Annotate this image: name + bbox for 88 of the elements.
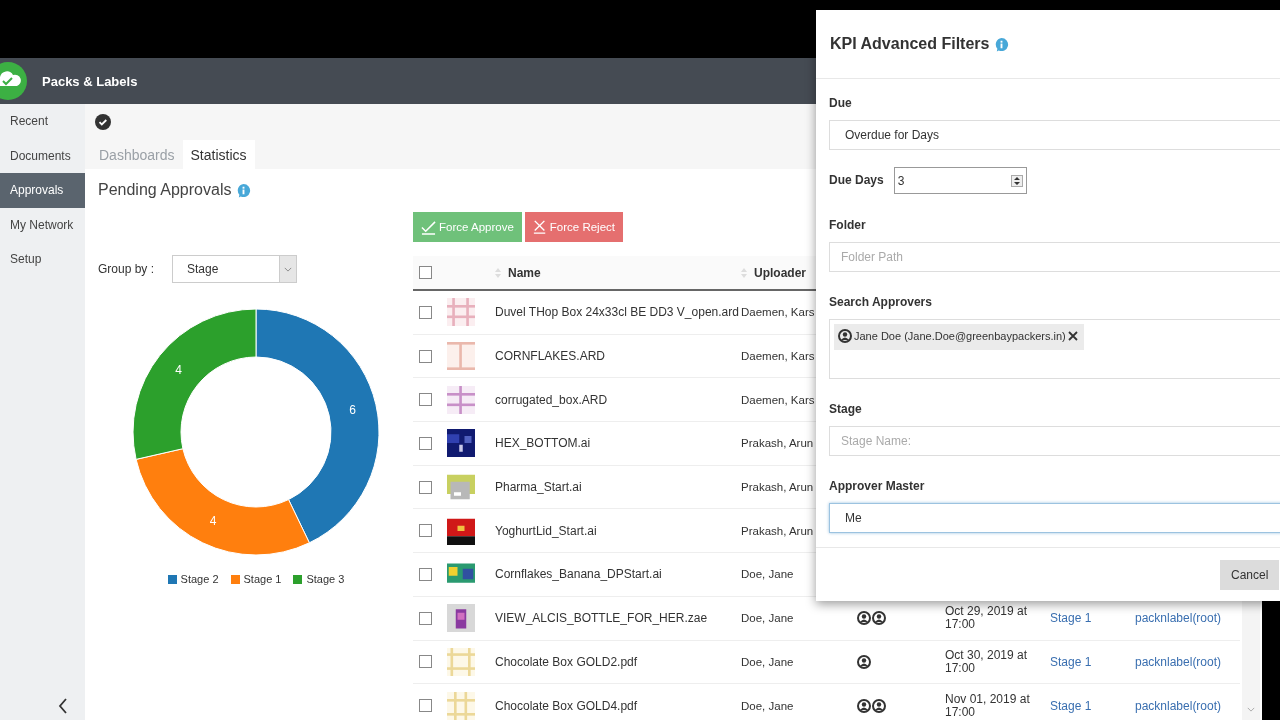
close-icon[interactable] bbox=[1067, 331, 1078, 342]
user-icon bbox=[857, 611, 871, 626]
info-icon[interactable] bbox=[236, 182, 252, 198]
column-header[interactable]: Uploader bbox=[754, 265, 806, 280]
legend-label: Stage 1 bbox=[243, 573, 282, 585]
chevron-left-icon[interactable] bbox=[58, 698, 68, 714]
data-label: 6 bbox=[349, 402, 356, 417]
dialog-title: KPI Advanced Filters bbox=[830, 35, 990, 54]
checkbox[interactable] bbox=[419, 305, 432, 319]
select-field[interactable]: Overdue for Days bbox=[829, 120, 1280, 151]
field-label: Search Approvers bbox=[829, 294, 933, 312]
select-field[interactable]: Me bbox=[829, 503, 1280, 534]
field-label: Approver Master bbox=[829, 478, 926, 496]
table-cell-text: Doe, Jane bbox=[741, 568, 795, 581]
group-by-select[interactable]: Stage bbox=[172, 255, 298, 283]
checkbox[interactable] bbox=[419, 567, 432, 581]
tab[interactable]: Statistics bbox=[182, 140, 255, 169]
sidebar-item[interactable]: My Network bbox=[0, 207, 85, 242]
sidebar-item[interactable]: Documents bbox=[0, 138, 85, 173]
legend-label: Stage 2 bbox=[180, 573, 219, 585]
spinner-icon[interactable] bbox=[1010, 174, 1023, 187]
table-cell-text: Doe, Jane bbox=[741, 612, 795, 625]
table-cell-text: Oct 30, 2019 at 17:00 bbox=[945, 648, 1029, 675]
table-cell-text: HEX_BOTTOM.ai bbox=[495, 436, 592, 451]
input-field[interactable]: Stage Name: bbox=[829, 426, 1280, 457]
table-cell-text: Oct 29, 2019 at 17:00 bbox=[945, 605, 1029, 632]
user-icon bbox=[857, 654, 871, 669]
owner-link[interactable]: packnlabel(root) bbox=[1135, 611, 1240, 626]
legend-label: Stage 3 bbox=[306, 573, 345, 585]
data-label: 4 bbox=[209, 514, 217, 529]
table-cell-text: Chocolate Box GOLD2.pdf bbox=[495, 654, 639, 669]
table-cell-text: Prakash, Arun bbox=[741, 524, 815, 537]
chip-label: Jane Doe (Jane.Doe@greenbaypackers.in) bbox=[854, 330, 1066, 343]
table-cell-text: Cornflakes_Banana_DPStart.ai bbox=[495, 567, 663, 582]
cloud-logo-icon bbox=[0, 61, 28, 101]
checkbox[interactable] bbox=[419, 611, 432, 625]
user-icon bbox=[857, 698, 871, 713]
checkbox[interactable] bbox=[419, 480, 432, 494]
check-icon bbox=[421, 219, 436, 235]
checkbox[interactable] bbox=[419, 699, 432, 713]
stage-link[interactable]: Stage 1 bbox=[1050, 611, 1135, 626]
app-title: Packs & Labels bbox=[42, 73, 138, 89]
table-cell-text: Daemen, Kars bbox=[741, 393, 816, 406]
input-field[interactable]: Folder Path bbox=[829, 242, 1280, 273]
checkbox[interactable] bbox=[419, 266, 432, 279]
table-cell-text: Pharma_Start.ai bbox=[495, 480, 583, 495]
checkbox[interactable] bbox=[419, 436, 432, 450]
approver-field[interactable]: Jane Doe (Jane.Doe@greenbaypackers.in) bbox=[829, 319, 1280, 380]
sidebar-item[interactable]: Approvals bbox=[0, 173, 85, 208]
table-cell-text: Daemen, Kars bbox=[741, 306, 816, 319]
table-cell-text: corrugated_box.ARD bbox=[495, 392, 609, 407]
table-cell-text: VIEW_ALCIS_BOTTLE_FOR_HER.zae bbox=[495, 611, 709, 626]
table-cell-text: Nov 01, 2019 at 17:00 bbox=[945, 692, 1031, 719]
caret-icon bbox=[284, 266, 293, 272]
info-icon[interactable] bbox=[994, 36, 1010, 52]
cancel-button[interactable]: Cancel bbox=[1220, 559, 1280, 590]
number-field[interactable]: 3 bbox=[893, 167, 1027, 195]
stage-link[interactable]: Stage 1 bbox=[1050, 654, 1135, 669]
table-cell-text: Daemen, Kars bbox=[741, 350, 816, 363]
field-label: Due bbox=[829, 95, 853, 113]
table-cell-text: CORNFLAKES.ARD bbox=[495, 349, 607, 364]
table-cell-text: Chocolate Box GOLD4.pdf bbox=[495, 698, 639, 713]
close-icon bbox=[532, 220, 547, 234]
field-label: Stage bbox=[829, 401, 863, 419]
checkbox[interactable] bbox=[419, 349, 432, 363]
panel-title: Pending Approvals bbox=[98, 181, 232, 199]
field-label: Folder bbox=[829, 217, 867, 235]
stage-link[interactable]: Stage 1 bbox=[1050, 698, 1135, 713]
column-header[interactable]: Name bbox=[508, 265, 541, 280]
user-icon bbox=[838, 329, 852, 344]
owner-link[interactable]: packnlabel(root) bbox=[1135, 698, 1240, 713]
user-icon bbox=[872, 611, 886, 626]
table-cell-text: Doe, Jane bbox=[741, 655, 795, 668]
checkbox[interactable] bbox=[419, 393, 432, 407]
checkbox[interactable] bbox=[419, 655, 432, 669]
check-circle-icon[interactable] bbox=[95, 113, 111, 130]
table-cell-text: Duvel THop Box 24x33cl BE DD3 V_open.ard bbox=[495, 305, 740, 320]
table-cell-text: Doe, Jane bbox=[741, 699, 795, 712]
caret-icon[interactable] bbox=[1247, 707, 1255, 712]
table-cell-text: YoghurtLid_Start.ai bbox=[495, 523, 598, 538]
sidebar-item[interactable]: Recent bbox=[0, 104, 85, 139]
sidebar-item[interactable]: Setup bbox=[0, 242, 85, 277]
group-by-label: Group by : bbox=[98, 262, 155, 276]
owner-link[interactable]: packnlabel(root) bbox=[1135, 654, 1240, 669]
data-label: 4 bbox=[175, 363, 182, 378]
field-label: Due Days bbox=[829, 172, 884, 190]
checkbox[interactable] bbox=[419, 524, 432, 538]
user-icon bbox=[872, 698, 886, 713]
